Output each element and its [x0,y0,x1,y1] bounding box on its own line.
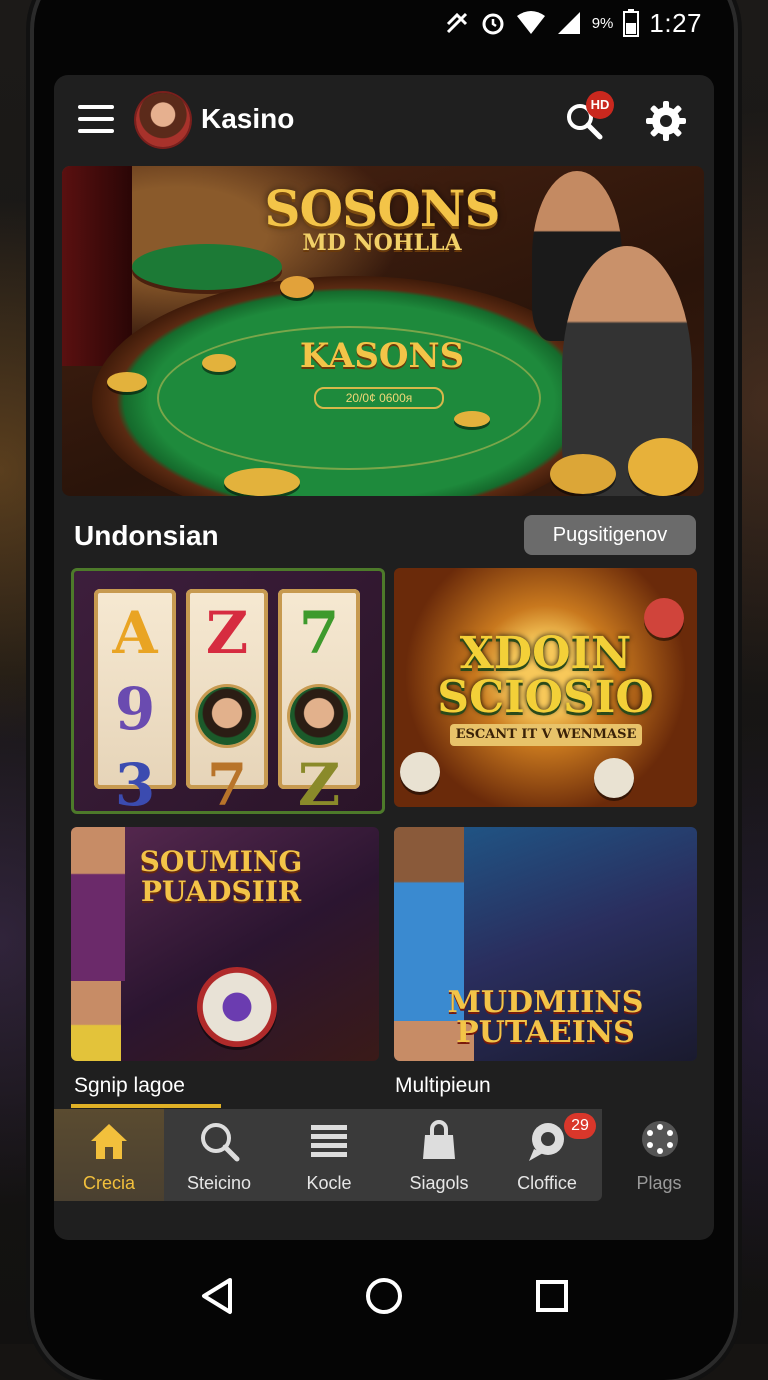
slot-reel: A 9 3 [94,589,176,811]
back-icon[interactable] [196,1274,240,1318]
curtain-left [62,166,132,366]
home-circle-icon[interactable] [362,1274,406,1318]
search-icon [201,1123,240,1162]
game-tile-mudmiins[interactable]: MUDMIINS PUTAEINS [394,827,697,1061]
nav-label: Steicino [186,1173,252,1193]
slot-symbol: 9 [114,675,156,743]
tile-title-line2: PUTAEINS [456,1015,635,1050]
alarm-icon [482,13,504,35]
slot-symbol: Z [297,751,341,814]
game-tile-slots[interactable]: A 9 3 Z 7 7 Z [71,568,385,814]
bottom-nav: Crecia Steicino Kocle Siagols 29 Cloffic… [54,1109,602,1201]
nav-item-chat[interactable]: 29 Cloffice [492,1109,602,1201]
bag-icon [423,1120,455,1159]
slot-symbol: 7 [298,599,340,667]
home-icon [91,1124,127,1159]
hero-title: SOSONS [264,179,500,238]
slot-reel: Z 7 [186,589,268,811]
chat-icon [529,1123,564,1161]
chip-stack [202,354,236,372]
dots-circle-icon [642,1121,678,1157]
system-nav-bar [34,1250,734,1340]
chip-stack [280,276,314,298]
slot-reel: 7 Z [278,589,360,811]
slot-symbol: 7 [206,751,248,814]
game-tile-souming[interactable]: SOUMING PUADSIIR [71,827,379,1061]
nav-label: Cloffice [517,1173,577,1193]
section-title: Undonsian [74,520,219,551]
active-underline [71,1104,221,1108]
nav-item-home[interactable]: Crecia [54,1109,164,1201]
chip [454,411,490,427]
tile-caption[interactable]: Sgnip lagoe [74,1074,185,1098]
game-tile-xdoin[interactable]: XDOIN SCIOSIO ESCANT IT V WENMASE [394,568,697,807]
chip [550,454,616,494]
menu-icon[interactable] [78,105,114,135]
no-signal-icon [446,12,467,34]
slot-symbol: A [112,599,158,667]
clock: 1:27 [649,7,702,38]
roulette-wheel [197,967,277,1047]
chip-stack [107,372,147,392]
hero-banner[interactable]: SOSONS MD NOHLLA KASONS 20/0¢ 0600ᴙ [62,166,704,496]
nav-label: Siagols [409,1173,469,1193]
chip [594,758,634,798]
nav-item-bag[interactable]: Siagols [384,1109,494,1201]
tile-title-line2: PUADSIIR [140,875,302,908]
tile-title-line1: SOUMING [139,845,303,878]
section-button[interactable]: Pugsitigenov [524,515,696,555]
hero-subtitle: MD NOHLLA [302,230,462,256]
slot-symbol: Z [205,599,249,667]
battery-percent: 9% [591,14,614,32]
chip-stack [628,438,698,496]
recents-icon[interactable] [530,1274,574,1318]
chip [400,752,440,792]
avatar[interactable] [136,93,190,147]
hero-center-text: KASONS [299,336,465,376]
gear-icon[interactable] [644,99,688,143]
slot-symbol: 3 [114,751,156,814]
cell-signal-icon [557,12,580,34]
app-bar: Kasino HD [54,75,714,165]
slot-face-symbol [198,687,256,745]
player-figure [71,827,125,981]
hd-badge: HD [586,91,614,119]
app-screen: Kasino HD SOSONS MD NOHLLA KASONS 20/0¢ … [54,75,714,1240]
tile-title-line2: SCIOSIO [437,672,654,723]
wifi-icon [516,11,545,34]
hero-plate: 20/0¢ 0600ᴙ [314,387,444,409]
nav-item-list[interactable]: Kocle [274,1109,384,1201]
battery-icon [623,9,640,37]
nav-label: Plags [636,1173,682,1193]
nav-item-more[interactable]: Plags [604,1109,714,1201]
nav-item-search[interactable]: Steicino [164,1109,274,1201]
tile-banner: ESCANT IT V WENMASE [450,724,642,746]
player-figure [71,981,121,1061]
notification-badge: 29 [564,1113,596,1139]
nav-label: Kocle [306,1173,352,1193]
tile-caption[interactable]: Multipieun [395,1074,491,1098]
status-bar: 9% 1:27 [444,6,702,40]
slot-face-symbol [290,687,348,745]
list-icon [311,1125,347,1157]
nav-label: Crecia [82,1173,135,1193]
app-title: Kasino [201,103,295,134]
chip [224,468,300,496]
